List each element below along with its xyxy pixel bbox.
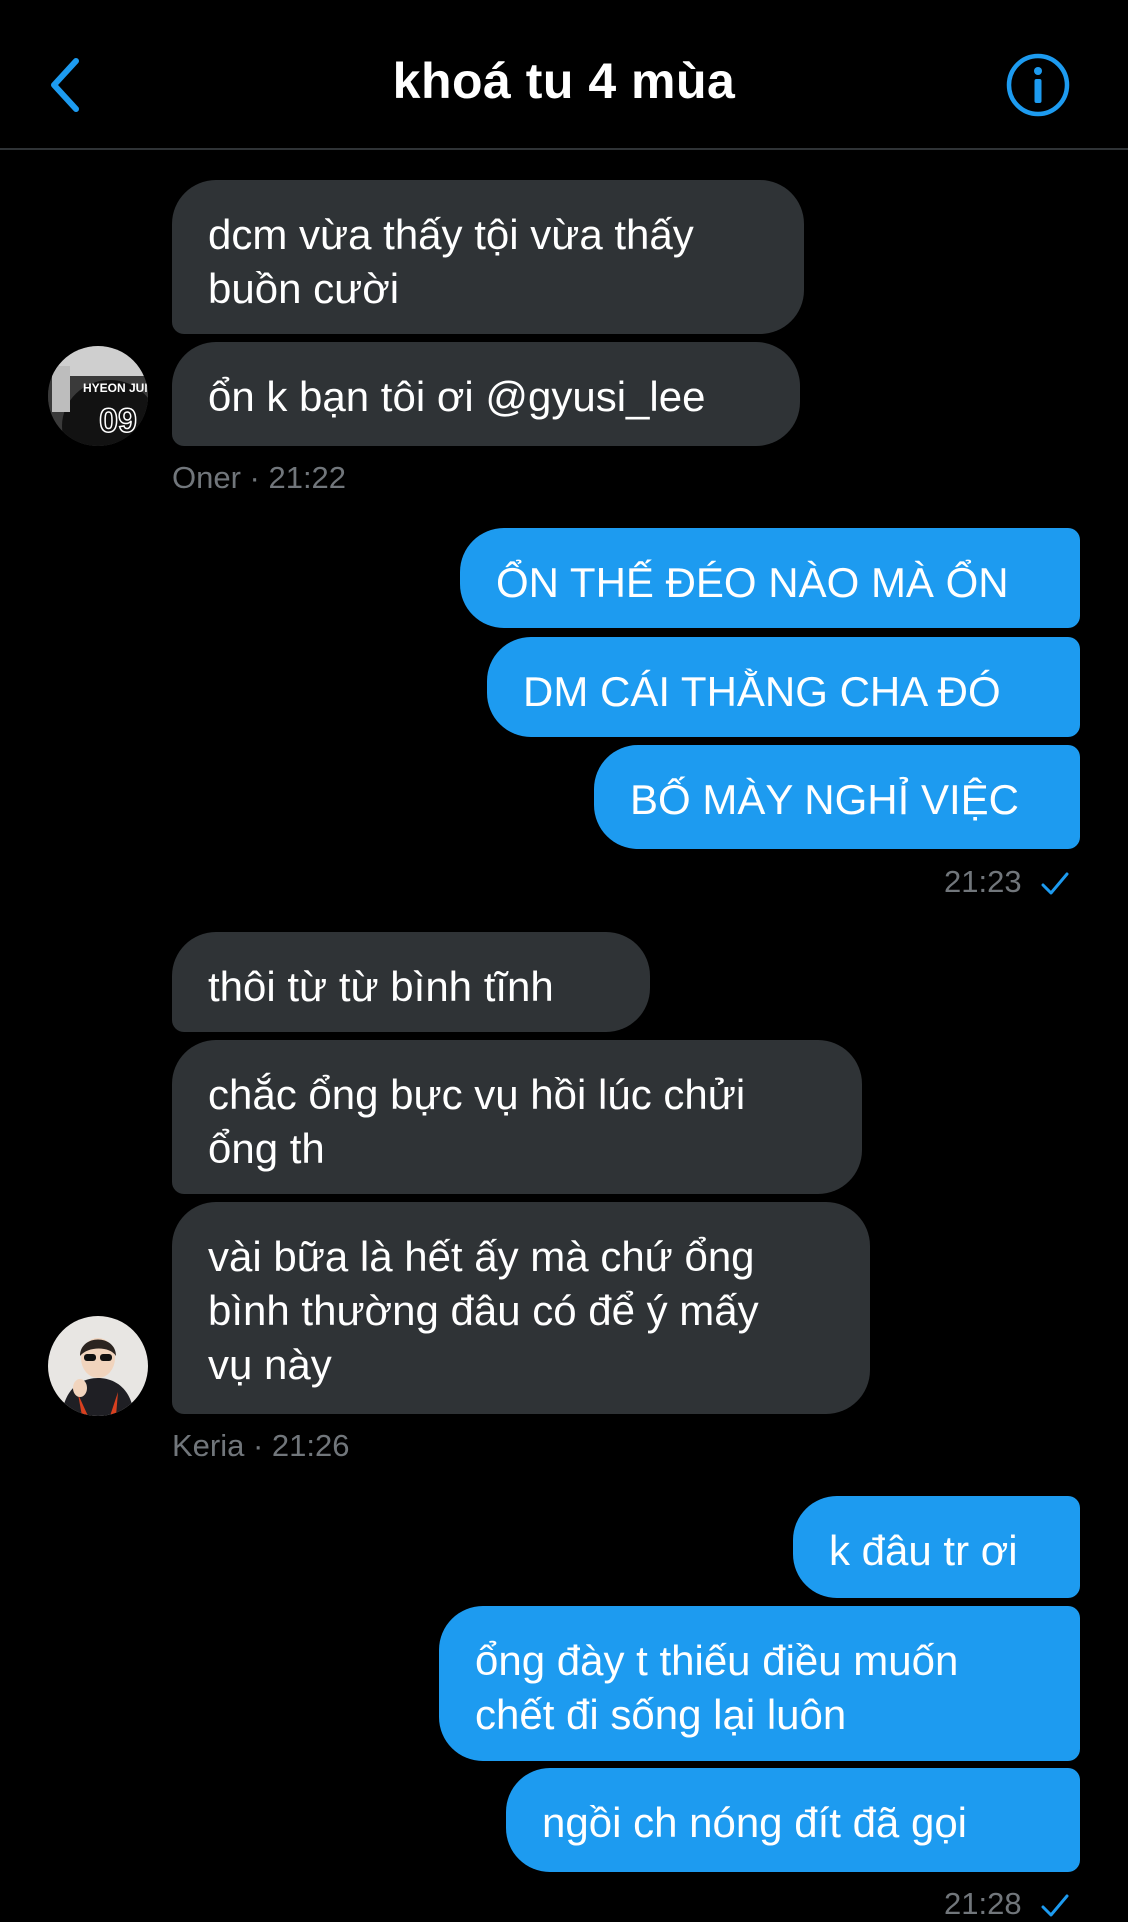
message-text: k đâu tr ơi (829, 1527, 1018, 1574)
incoming-message-bubble[interactable]: dcm vừa thấy tội vừa thấy buồn cười (172, 180, 804, 334)
message-text: ỔN THẾ ĐÉO NÀO MÀ ỔN (496, 559, 1009, 606)
outgoing-message-bubble[interactable]: BỐ MÀY NGHỈ VIỆC (594, 745, 1080, 849)
message-text: vụ này (208, 1341, 332, 1388)
message-text: thôi từ từ bình tĩnh (208, 963, 554, 1010)
avatar-oner[interactable]: HYEON JUN 09 (48, 346, 148, 446)
message-text: ổn k bạn tôi ơi @gyusi_lee (208, 373, 706, 420)
checkmark-icon (1041, 872, 1069, 895)
message-text: DM CÁI THẰNG CHA ĐÓ (523, 668, 1001, 715)
checkmark-icon (1041, 1894, 1069, 1917)
conversation-title[interactable]: khoá tu 4 mùa (0, 52, 1128, 110)
incoming-message-bubble[interactable]: vài bữa là hết ấy mà chứ ổng bình thường… (172, 1202, 870, 1414)
outgoing-message-bubble[interactable]: DM CÁI THẰNG CHA ĐÓ (487, 637, 1080, 737)
info-icon (1006, 53, 1070, 117)
message-meta-keria: Keria · 21:26 (172, 1428, 350, 1463)
incoming-message-bubble[interactable]: thôi từ từ bình tĩnh (172, 932, 650, 1032)
outgoing-message-bubble[interactable]: ỔN THẾ ĐÉO NÀO MÀ ỔN (460, 528, 1080, 628)
message-text: bình thường đâu có để ý mấy (208, 1287, 759, 1334)
message-text: vài bữa là hết ấy mà chứ ổng (208, 1233, 755, 1280)
message-meta-sent: 21:28 (944, 1886, 1070, 1922)
message-text: ổng th (208, 1125, 325, 1172)
message-meta-sent: 21:23 (944, 864, 1070, 900)
svg-text:09: 09 (99, 402, 137, 440)
keria-avatar-image (48, 1316, 148, 1416)
outgoing-message-bubble[interactable]: k đâu tr ơi (793, 1496, 1080, 1598)
message-text: ổng đày t thiếu điều muốn (475, 1637, 959, 1684)
info-button[interactable] (1005, 52, 1071, 118)
message-text: BỐ MÀY NGHỈ VIỆC (630, 776, 1019, 823)
message-text: chết đi sống lại luôn (475, 1691, 847, 1738)
message-text: dcm vừa thấy tội vừa thấy (208, 211, 694, 258)
outgoing-message-bubble[interactable]: ngồi ch nóng đít đã gọi (506, 1768, 1080, 1872)
timestamp: 21:23 (944, 864, 1022, 899)
message-text: ngồi ch nóng đít đã gọi (542, 1799, 968, 1846)
svg-text:HYEON JUN: HYEON JUN (83, 381, 148, 395)
timestamp: 21:28 (944, 1886, 1022, 1921)
outgoing-message-bubble[interactable]: ổng đày t thiếu điều muốn chết đi sống l… (439, 1606, 1080, 1761)
incoming-message-bubble[interactable]: ổn k bạn tôi ơi @gyusi_lee (172, 342, 800, 446)
incoming-message-bubble[interactable]: chắc ổng bực vụ hồi lúc chửi ổng th (172, 1040, 862, 1194)
message-text: buồn cười (208, 265, 400, 312)
message-text: chắc ổng bực vụ hồi lúc chửi (208, 1071, 746, 1118)
oner-avatar-image: HYEON JUN 09 (48, 346, 148, 446)
avatar-keria[interactable] (48, 1316, 148, 1416)
message-meta-oner: Oner · 21:22 (172, 460, 347, 495)
chat-header: khoá tu 4 mùa (0, 0, 1128, 150)
